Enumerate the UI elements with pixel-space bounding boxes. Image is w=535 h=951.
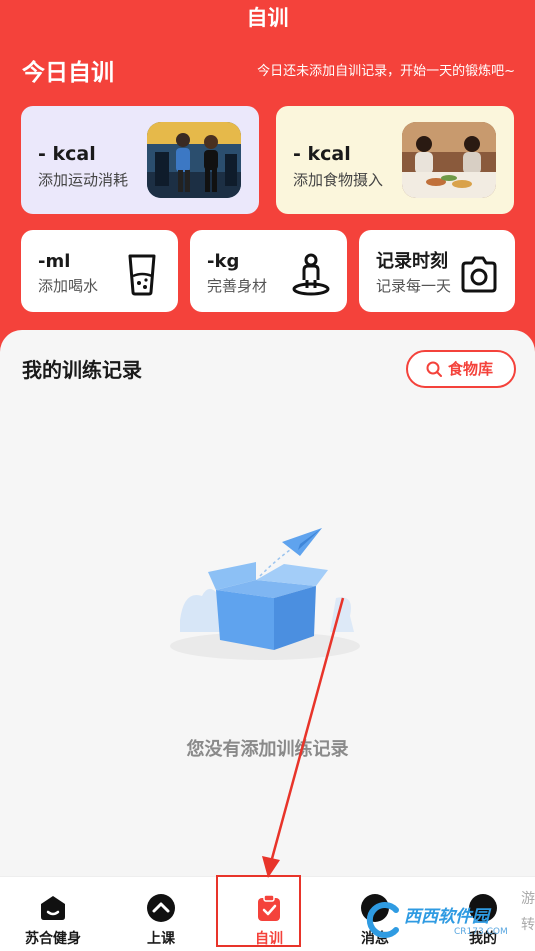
chevron-up-icon [147, 894, 175, 922]
tab-self-training[interactable]: 自训 [224, 877, 314, 951]
clipboard-check-icon [258, 894, 280, 921]
exercise-label: 添加运动消耗 [38, 171, 129, 189]
food-library-button[interactable]: 食物库 [406, 350, 516, 388]
tab-class[interactable]: 上课 [116, 877, 206, 951]
gym-photo [147, 122, 241, 198]
cup-icon [128, 254, 156, 296]
body-scale-icon [292, 253, 330, 296]
watermark-text: 西西软件园 [404, 907, 489, 927]
food-card[interactable]: - kcal 添加食物摄入 [276, 106, 514, 214]
weight-value: -kg [207, 251, 240, 272]
watermark-side-text: 游转 [521, 891, 535, 933]
camera-icon [461, 256, 497, 293]
watermark-c-icon [366, 902, 399, 938]
water-label: 添加喝水 [38, 277, 99, 295]
tab-self-training-label: 自训 [255, 931, 283, 947]
dining-photo [402, 122, 496, 198]
weight-label: 完善身材 [207, 277, 268, 295]
section-title: 今日自训 [22, 60, 114, 86]
tab-home-label: 苏合健身 [25, 931, 81, 947]
food-label: 添加食物摄入 [293, 171, 384, 189]
section-hint: 今日还未添加自训记录，开始一天的锻炼吧~ [257, 64, 515, 79]
food-library-label: 食物库 [448, 360, 494, 378]
weight-card[interactable]: -kg 完善身材 [190, 230, 347, 312]
home-icon [41, 896, 65, 920]
empty-box-illustration [170, 528, 360, 660]
search-icon [426, 361, 442, 377]
watermark-url: CR173.COM [454, 927, 508, 937]
moment-value: 记录时刻 [376, 251, 448, 272]
tab-class-label: 上课 [147, 931, 175, 947]
water-value: -ml [38, 251, 71, 272]
moment-label: 记录每一天 [376, 277, 452, 295]
page-title: 自训 [246, 6, 289, 30]
water-card[interactable]: -ml 添加喝水 [21, 230, 178, 312]
food-value: - kcal [293, 143, 351, 165]
empty-state-text: 您没有添加训练记录 [186, 739, 349, 760]
tab-home[interactable]: 苏合健身 [8, 877, 98, 951]
exercise-card[interactable]: - kcal 添加运动消耗 [21, 106, 259, 214]
moment-card[interactable]: 记录时刻 记录每一天 [359, 230, 515, 312]
records-title: 我的训练记录 [22, 358, 142, 382]
exercise-value: - kcal [38, 143, 96, 165]
watermark-logo: 西西软件园 CR173.COM [362, 900, 522, 940]
